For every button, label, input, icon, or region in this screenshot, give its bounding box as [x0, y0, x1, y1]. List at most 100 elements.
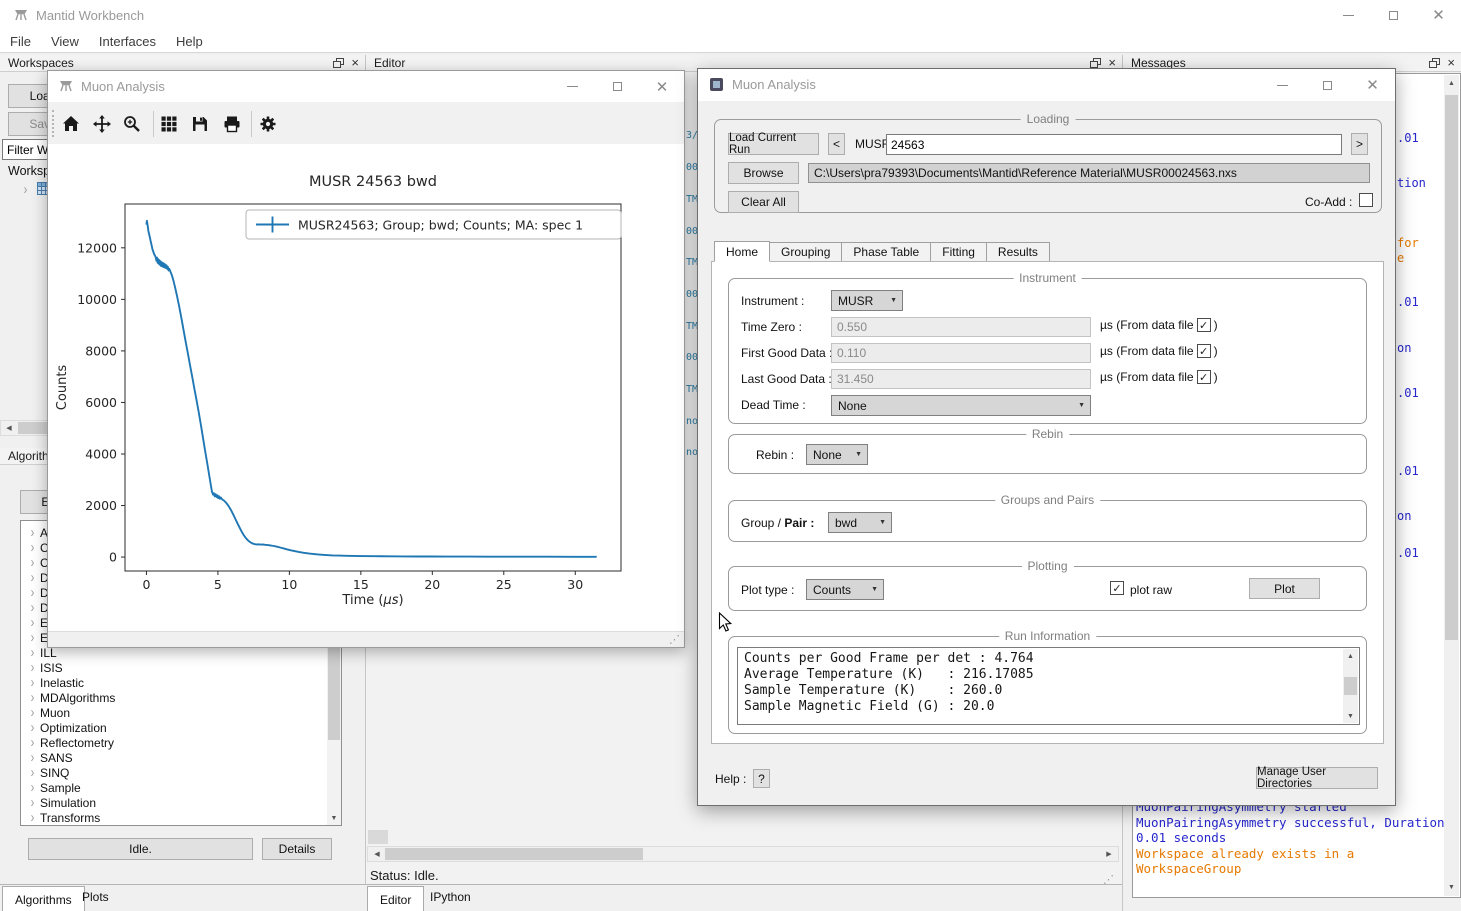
scroll-up-icon[interactable]: ▲: [1343, 650, 1358, 662]
chevron-right-icon[interactable]: ›: [25, 660, 40, 676]
menu-help[interactable]: Help: [166, 30, 213, 53]
algorithm-category[interactable]: ›MDAlgorithms: [25, 690, 323, 705]
from-data-file-checkbox[interactable]: ✓: [1197, 370, 1211, 384]
scrollbar-thumb[interactable]: [1445, 95, 1458, 640]
chevron-right-icon[interactable]: ›: [25, 690, 40, 706]
rebin-select[interactable]: None▼: [806, 444, 868, 465]
chevron-right-icon[interactable]: ›: [18, 182, 33, 198]
close-panel-icon[interactable]: ×: [1447, 58, 1455, 68]
messages-vscrollbar[interactable]: ▲ ▼: [1444, 75, 1459, 896]
run-info-vscrollbar[interactable]: ▲ ▼: [1343, 649, 1358, 723]
chevron-right-icon[interactable]: ›: [25, 780, 40, 796]
tab-editor[interactable]: Editor: [367, 886, 424, 911]
maximize-button[interactable]: [1371, 0, 1416, 30]
plot-type-select[interactable]: Counts▼: [806, 579, 884, 600]
scrollbar-thumb[interactable]: [1344, 677, 1357, 695]
maximize-button[interactable]: [595, 71, 640, 102]
chevron-right-icon[interactable]: ›: [25, 540, 40, 556]
pan-icon[interactable]: [90, 112, 114, 136]
algorithm-category[interactable]: ›Inelastic: [25, 675, 323, 690]
algorithm-category[interactable]: ›ISIS: [25, 660, 323, 675]
resize-grip-icon[interactable]: ⋰: [669, 633, 680, 646]
run-information-box[interactable]: Counts per Good Frame per det : 4.764 Av…: [737, 647, 1360, 725]
tab-fitting[interactable]: Fitting: [930, 242, 987, 262]
float-panel-icon[interactable]: [1429, 58, 1440, 68]
chevron-right-icon[interactable]: ›: [25, 675, 40, 691]
first-good-data-field[interactable]: 0.110: [831, 343, 1091, 363]
tab-ipython[interactable]: IPython: [430, 890, 471, 904]
menu-interfaces[interactable]: Interfaces: [89, 30, 166, 53]
algorithm-category[interactable]: ›SINQ: [25, 765, 323, 780]
chevron-right-icon[interactable]: ›: [25, 525, 40, 541]
plot-raw-checkbox[interactable]: ✓: [1110, 581, 1124, 595]
menu-file[interactable]: File: [0, 30, 41, 53]
scroll-down-icon[interactable]: ▼: [1444, 881, 1459, 894]
browse-button[interactable]: Browse: [728, 162, 799, 184]
algorithm-category[interactable]: ›SANS: [25, 750, 323, 765]
minimize-button[interactable]: [1326, 0, 1371, 30]
next-run-button[interactable]: >: [1351, 133, 1368, 155]
close-button[interactable]: ✕: [1350, 69, 1395, 101]
home-icon[interactable]: [59, 112, 83, 136]
chevron-right-icon[interactable]: ›: [25, 765, 40, 781]
scroll-down-icon[interactable]: ▼: [1343, 710, 1358, 722]
chevron-right-icon[interactable]: ›: [25, 735, 40, 751]
chevron-right-icon[interactable]: ›: [25, 795, 40, 811]
chevron-right-icon[interactable]: ›: [25, 750, 40, 766]
manage-user-directories-button[interactable]: Manage User Directories: [1256, 767, 1378, 789]
scroll-left-icon[interactable]: ◀: [370, 847, 384, 861]
from-data-file-checkbox[interactable]: ✓: [1197, 344, 1211, 358]
algorithm-category[interactable]: ›Optimization: [25, 720, 323, 735]
tab-results[interactable]: Results: [986, 242, 1050, 262]
scroll-left-icon[interactable]: ◀: [1, 421, 17, 435]
workspace-tree-item[interactable]: ›: [18, 182, 50, 198]
load-current-run-button[interactable]: Load Current Run: [728, 133, 819, 155]
minimize-button[interactable]: [1260, 69, 1305, 101]
scroll-right-icon[interactable]: ▶: [1102, 847, 1116, 861]
chevron-right-icon[interactable]: ›: [25, 630, 40, 646]
previous-run-button[interactable]: <: [828, 133, 845, 155]
chevron-right-icon[interactable]: ›: [25, 810, 40, 826]
close-panel-icon[interactable]: ×: [1108, 58, 1116, 68]
chevron-right-icon[interactable]: ›: [25, 645, 40, 661]
co-add-checkbox[interactable]: [1359, 193, 1373, 207]
float-panel-icon[interactable]: [333, 58, 344, 68]
tab-home[interactable]: Home: [714, 241, 770, 262]
chevron-right-icon[interactable]: ›: [25, 570, 40, 586]
editor-hscrollbar[interactable]: ◀ ▶: [367, 846, 1119, 862]
details-button[interactable]: Details: [262, 838, 332, 860]
from-data-file-checkbox[interactable]: ✓: [1197, 318, 1211, 332]
help-button[interactable]: ?: [753, 769, 770, 788]
zoom-icon[interactable]: [120, 112, 144, 136]
toolbar-drag-handle[interactable]: [52, 110, 55, 137]
tab-phase-table[interactable]: Phase Table: [841, 242, 931, 262]
chevron-right-icon[interactable]: ›: [25, 600, 40, 616]
algorithm-category[interactable]: ›Sample: [25, 780, 323, 795]
tab-algorithms[interactable]: Algorithms: [2, 886, 85, 911]
tab-grouping[interactable]: Grouping: [769, 242, 842, 262]
scroll-down-icon[interactable]: ▼: [327, 812, 341, 825]
plot-button[interactable]: Plot: [1249, 578, 1320, 599]
close-button[interactable]: ✕: [640, 71, 684, 102]
clear-all-button[interactable]: Clear All: [728, 191, 799, 213]
print-icon[interactable]: [220, 112, 244, 136]
customize-gear-icon[interactable]: [256, 112, 280, 136]
scrollbar-thumb[interactable]: [385, 848, 643, 860]
close-button[interactable]: ✕: [1416, 0, 1461, 30]
plot-window-title-bar[interactable]: Muon Analysis ✕: [48, 71, 684, 102]
plot-figure[interactable]: 051015202530020004000600080001000012000M…: [48, 144, 684, 631]
algorithm-category[interactable]: ›Simulation: [25, 795, 323, 810]
dialog-title-bar[interactable]: Muon Analysis ✕: [698, 69, 1395, 101]
dead-time-select[interactable]: None▼: [831, 395, 1091, 416]
algorithm-progress-button[interactable]: Idle.: [28, 838, 253, 860]
menu-view[interactable]: View: [41, 30, 89, 53]
run-number-input[interactable]: [886, 134, 1342, 155]
minimize-button[interactable]: [550, 71, 595, 102]
algorithm-category[interactable]: ›Muon: [25, 705, 323, 720]
scrollbar-thumb[interactable]: [328, 648, 340, 740]
algorithm-category[interactable]: ›Reflectometry: [25, 735, 323, 750]
chevron-right-icon[interactable]: ›: [25, 705, 40, 721]
algorithm-category[interactable]: ›Transforms: [25, 810, 323, 825]
close-panel-icon[interactable]: ×: [351, 58, 359, 68]
chevron-right-icon[interactable]: ›: [25, 720, 40, 736]
